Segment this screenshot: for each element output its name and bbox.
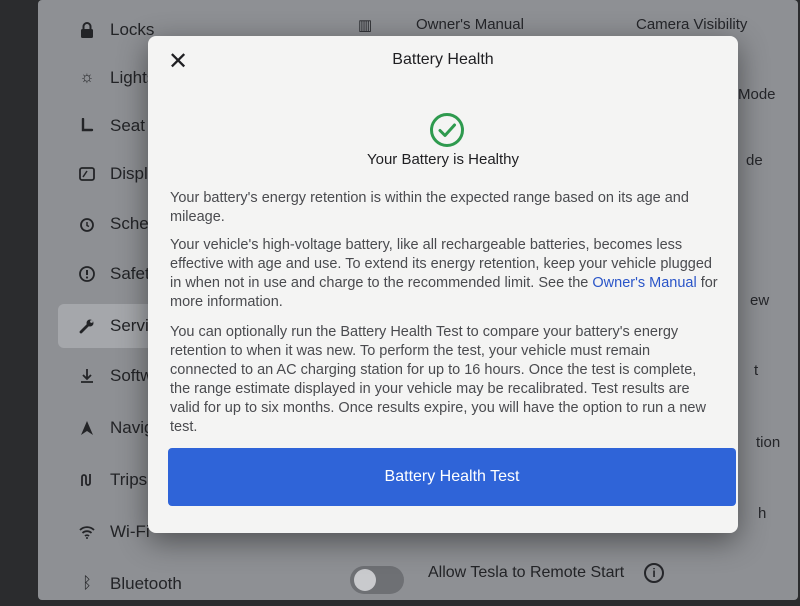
sidebar-item-label: Wi-Fi [110, 522, 150, 541]
light-icon: ☼ [79, 69, 95, 86]
info-icon[interactable]: i [644, 563, 664, 583]
remote-start-toggle[interactable] [350, 566, 404, 594]
safety-icon [76, 263, 98, 285]
lock-icon [76, 19, 98, 41]
sidebar-item-label: Trips [110, 470, 148, 489]
camera-visibility-label[interactable]: Camera Visibility [636, 16, 747, 33]
sidebar-item-label: Bluetooth [110, 574, 182, 593]
setting-label: ew [750, 292, 770, 309]
schedule-icon [76, 213, 98, 235]
check-circle-icon [430, 113, 464, 147]
sidebar-item-label: Seat [110, 116, 145, 135]
wifi-icon [76, 521, 98, 543]
mode-label: Mode [738, 86, 776, 103]
seat-icon [76, 115, 98, 137]
battery-status-text: Your Battery is Healthy [366, 151, 520, 168]
owners-manual-link[interactable]: Owner's Manual [416, 16, 524, 33]
button-label: Battery Health Test [384, 468, 520, 485]
remote-start-label: Allow Tesla to Remote Start [428, 564, 625, 581]
sidebar-item-label: Locks [110, 20, 155, 39]
display-icon [76, 163, 98, 185]
modal-title: Battery Health [392, 51, 494, 68]
bluetooth-icon: ᛒ [82, 575, 92, 592]
book-icon: ▥ [358, 17, 373, 34]
wrench-icon [76, 315, 98, 337]
battery-health-modal: ✕ Battery Health Your Battery is Healthy… [148, 36, 738, 533]
download-icon [76, 365, 98, 387]
trips-icon [76, 469, 98, 491]
setting-label: tion [756, 434, 781, 451]
setting-label: h [758, 505, 767, 522]
setting-label: t [754, 362, 759, 379]
battery-health-test-button[interactable]: Battery Health Test [168, 448, 736, 506]
navigation-icon [76, 417, 98, 439]
battery-info-paragraph: Your vehicle's high-voltage battery, lik… [170, 236, 718, 312]
test-info-paragraph: You can optionally run the Battery Healt… [170, 324, 706, 435]
setting-label: de [746, 152, 763, 169]
toggle-knob [354, 569, 376, 591]
retention-paragraph: Your battery's energy retention is withi… [170, 190, 689, 225]
sidebar-item-bluetooth[interactable]: ᛒ Bluetooth [38, 562, 198, 606]
owners-manual-link[interactable]: Owner's Manual [592, 275, 696, 291]
